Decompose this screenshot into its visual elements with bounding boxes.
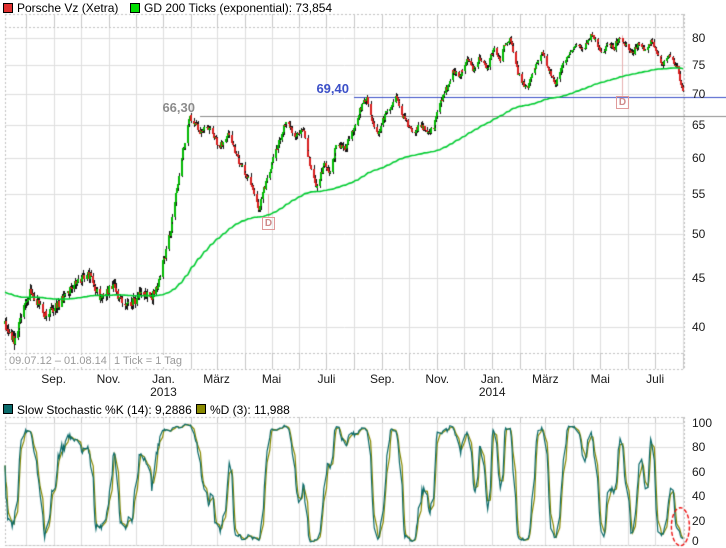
time-axis-month-label: Sep. bbox=[41, 372, 66, 386]
stochastic-d-label: %D (3): 11,988 bbox=[210, 403, 290, 417]
price-axis-tick-label: 70 bbox=[692, 87, 706, 101]
time-axis-month-label: Jan. bbox=[480, 372, 504, 386]
time-axis-month-label: März bbox=[531, 372, 559, 386]
time-axis-month-label: Mai bbox=[261, 372, 282, 386]
chart-page: Porsche Vz (Xetra) GD 200 Ticks (exponen… bbox=[0, 0, 726, 548]
time-axis-month-label: Juli bbox=[317, 372, 336, 386]
price-series-label: Porsche Vz (Xetra) bbox=[17, 1, 119, 15]
time-axis-month-label: Nov. bbox=[425, 372, 450, 386]
stochastic-axis-tick-label: 0 bbox=[692, 534, 699, 548]
stochastic-d-swatch bbox=[196, 404, 206, 414]
time-axis-month-label: Nov. bbox=[96, 372, 121, 386]
stochastic-axis-tick-label: 80 bbox=[692, 440, 706, 454]
date-range-label: 09.07.12 – 01.08.14 bbox=[7, 355, 109, 367]
time-axis-year-label: 2013 bbox=[150, 385, 177, 399]
price-axis-tick-label: 60 bbox=[692, 151, 706, 165]
price-and-stochastic-canvas bbox=[0, 0, 726, 548]
price-series-swatch bbox=[3, 3, 13, 13]
time-axis-month-label: Juli bbox=[646, 372, 665, 386]
dividend-marker: D bbox=[616, 96, 629, 109]
time-axis-month-label: März bbox=[203, 372, 230, 386]
stochastic-axis-tick-label: 100 bbox=[692, 416, 713, 430]
price-axis-tick-label: 75 bbox=[692, 58, 706, 72]
stochastic-k-label: Slow Stochastic %K (14): 9,2886 bbox=[17, 403, 192, 417]
time-axis-month-label: Sep. bbox=[369, 372, 395, 386]
dividend-marker: D bbox=[262, 217, 275, 230]
price-axis-tick-label: 50 bbox=[692, 227, 706, 241]
price-axis-tick-label: 45 bbox=[692, 271, 706, 285]
stochastic-k-swatch bbox=[3, 404, 13, 414]
ma-series-label: GD 200 Ticks (exponential): 73,854 bbox=[144, 1, 333, 15]
stochastic-axis-tick-label: 20 bbox=[692, 514, 706, 528]
time-axis-year-label: 2014 bbox=[478, 385, 506, 399]
tick-unit-label: 1 Tick = 1 Tag bbox=[112, 355, 184, 367]
stochastic-axis-tick-label: 40 bbox=[692, 489, 706, 503]
price-axis-tick-label: 65 bbox=[692, 118, 706, 132]
time-axis-month-label: Jan. bbox=[152, 372, 175, 386]
price-annotation-label: 66,30 bbox=[162, 100, 195, 115]
price-axis-tick-label: 80 bbox=[692, 31, 706, 45]
time-axis-month-label: Mai bbox=[590, 372, 610, 386]
price-annotation-label: 69,40 bbox=[316, 81, 349, 96]
stochastic-axis-tick-label: 60 bbox=[692, 465, 706, 479]
ma-series-swatch bbox=[130, 3, 140, 13]
price-axis-tick-label: 55 bbox=[692, 187, 706, 201]
price-axis-tick-label: 40 bbox=[692, 320, 706, 334]
